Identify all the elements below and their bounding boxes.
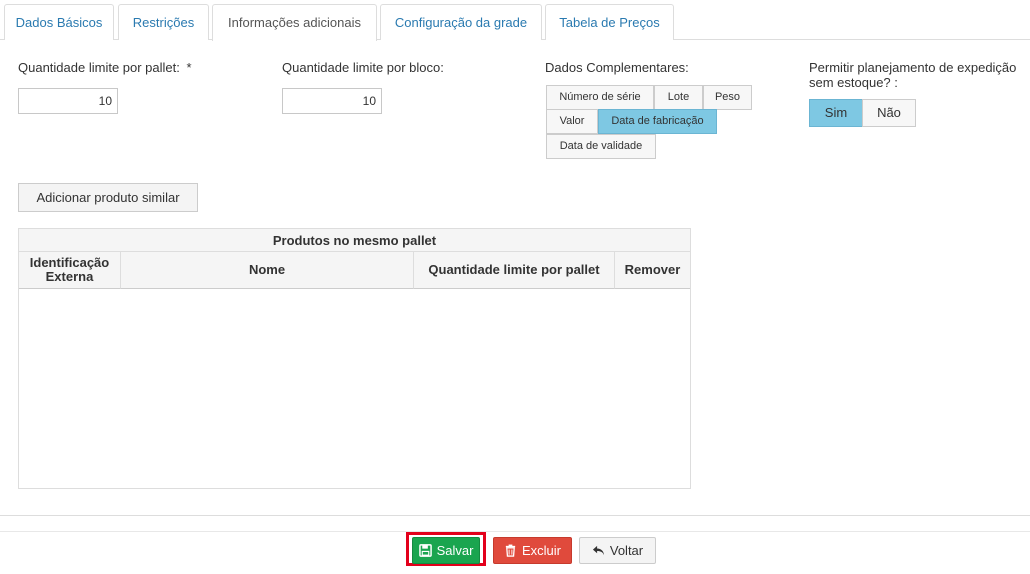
grid-body bbox=[19, 290, 690, 488]
delete-button-label: Excluir bbox=[521, 543, 561, 558]
footer-divider-2 bbox=[0, 531, 1030, 532]
floppy-disk-icon bbox=[418, 544, 432, 557]
shipping-no-button[interactable]: Não bbox=[862, 99, 916, 127]
block-limit-label: Quantidade limite por bloco: bbox=[282, 60, 444, 75]
col-ext-line1: Identificação bbox=[29, 255, 110, 270]
tab-dados-basicos[interactable]: Dados Básicos bbox=[4, 4, 114, 40]
toggle-lote[interactable]: Lote bbox=[654, 85, 703, 110]
block-limit-input[interactable] bbox=[282, 88, 382, 114]
back-button-label: Voltar bbox=[609, 543, 644, 558]
pallet-limit-label-text: Quantidade limite por pallet: bbox=[18, 60, 180, 75]
trash-icon bbox=[505, 544, 516, 557]
grid-caption: Produtos no mesmo pallet bbox=[19, 229, 690, 252]
shipping-label-line2: sem estoque? : bbox=[809, 75, 898, 90]
add-similar-product-button[interactable]: Adicionar produto similar bbox=[18, 183, 198, 212]
tab-configuracao-grade[interactable]: Configuração da grade bbox=[380, 4, 542, 40]
reply-arrow-icon bbox=[592, 545, 604, 556]
toggle-data-validade[interactable]: Data de validade bbox=[546, 134, 656, 159]
delete-button[interactable]: Excluir bbox=[493, 537, 572, 564]
shipping-planning-label: Permitir planejamento de expedição sem e… bbox=[809, 60, 1016, 90]
footer-divider bbox=[0, 515, 1030, 516]
toggle-numero-serie[interactable]: Número de série bbox=[546, 85, 654, 110]
complementary-data-label: Dados Complementares: bbox=[545, 60, 689, 75]
column-header-remove[interactable]: Remover bbox=[615, 252, 690, 289]
tab-informacoes-adicionais[interactable]: Informações adicionais bbox=[212, 4, 377, 41]
toggle-data-fabricacao[interactable]: Data de fabricação bbox=[598, 109, 717, 134]
back-button[interactable]: Voltar bbox=[579, 537, 656, 564]
shipping-yes-button[interactable]: Sim bbox=[809, 99, 863, 127]
tab-restricoes[interactable]: Restrições bbox=[118, 4, 209, 40]
same-pallet-products-grid: Produtos no mesmo pallet Identificação E… bbox=[18, 228, 691, 489]
col-ext-line2: Externa bbox=[45, 269, 94, 284]
toggle-peso[interactable]: Peso bbox=[703, 85, 752, 110]
pallet-limit-input[interactable] bbox=[18, 88, 118, 114]
column-header-name[interactable]: Nome bbox=[121, 252, 414, 289]
save-button[interactable]: Salvar bbox=[412, 537, 480, 564]
column-header-limit[interactable]: Quantidade limite por pallet bbox=[414, 252, 615, 289]
pallet-limit-label: Quantidade limite por pallet: * bbox=[18, 60, 192, 75]
tab-bar: Dados Básicos Restrições Informações adi… bbox=[0, 0, 1030, 41]
save-button-label: Salvar bbox=[436, 543, 474, 558]
column-header-external-id-text: Identificação Externa bbox=[30, 256, 109, 284]
toggle-valor[interactable]: Valor bbox=[546, 109, 598, 134]
required-mark: * bbox=[186, 60, 192, 75]
shipping-label-line1: Permitir planejamento de expedição bbox=[809, 60, 1017, 75]
column-header-external-id[interactable]: Identificação Externa bbox=[19, 252, 121, 289]
tab-tabela-precos[interactable]: Tabela de Preços bbox=[545, 4, 674, 40]
